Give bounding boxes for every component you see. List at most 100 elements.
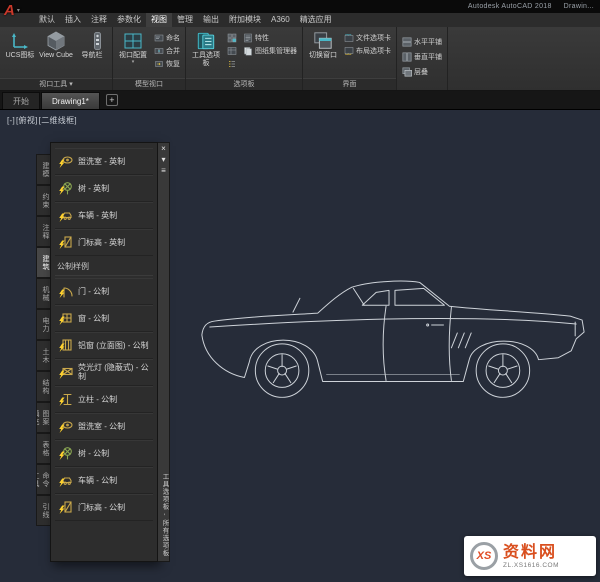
ribbon-button-cascade[interactable]: 层叠 [400,66,444,78]
palette-tab-建模[interactable]: 建模 [36,154,50,185]
tree-block-icon [57,445,73,461]
ribbon-button-ucs[interactable]: UCS图标 [3,29,37,60]
palette-tab-建筑[interactable]: 建筑 [36,247,50,278]
ribbon-button-props[interactable]: 特性 [241,32,299,44]
palette-item[interactable]: 盥洗室 - 公制 [55,413,153,440]
viewport-minimize-control[interactable]: [-] [7,116,15,125]
ribbon-button-propgrid[interactable] [225,45,239,57]
blocks-icon [227,33,237,43]
palette-item[interactable]: 树 - 公制 [55,440,153,467]
ribbon-group: UCS图标 View Cube 导航栏视口工具 ▾ [0,27,113,90]
ribbon-button-palette[interactable]: 工具选项板 [189,29,223,68]
ribbon-tab-插入[interactable]: 插入 [60,13,86,27]
application-menu-button[interactable]: A ▾ [4,0,20,22]
palette-tab-图案填充[interactable]: 图案填充 [36,402,50,433]
vehicle-block-icon [57,207,73,223]
ribbon-button-switch[interactable]: 切换窗口 [306,29,340,60]
ribbon-group-label[interactable]: 选项板 [186,78,302,90]
palette-tab-注释[interactable]: 注释 [36,216,50,247]
ribbon-button-layouttabs[interactable]: 布局选项卡 [342,45,393,57]
props-icon [243,33,253,43]
palette-item[interactable]: 铝窗 (立面图) - 公制 [55,332,153,359]
ribbon-button-blocks[interactable] [225,32,239,44]
ucs-icon [10,31,30,51]
file-tab-Drawing1*[interactable]: Drawing1* [41,92,100,109]
palette-item[interactable]: 荧光灯 (隐蔽式) - 公制 [55,359,153,386]
new-tab-button[interactable]: + [105,94,118,106]
viewport-icon [123,31,143,51]
palette-tab-电力[interactable]: 电力 [36,309,50,340]
ribbon-tab-视图[interactable]: 视图 [146,13,172,27]
washroom-block-icon [57,153,73,169]
ribbon-tab-附加模块[interactable]: 附加模块 [224,13,266,27]
palette-item[interactable]: 车辆 - 英制 [55,202,153,229]
ribbon-tab-默认[interactable]: 默认 [34,13,60,27]
palette-item[interactable]: 门 - 公制 [55,278,153,305]
palette-tab-引线[interactable]: 引线 [36,495,50,526]
ribbon-tab-精选应用[interactable]: 精选应用 [295,13,337,27]
ribbon-button-viewport[interactable]: 视口配置 ▾ [116,29,150,65]
ribbon-tab-bar: 默认 插入 注释 参数化 视图 管理 输出 附加模块 A360 精选应用 [0,13,600,27]
palette-tab-机械[interactable]: 机械 [36,278,50,309]
ribbon-button-sheetset[interactable]: 图纸集管理器 [241,45,299,57]
column-block-icon [57,391,73,407]
palette-tab-命令工具[interactable]: 命令工具 [36,464,50,495]
viewport-visual-style-control[interactable]: [二维线框] [39,116,77,125]
ribbon-button-cube[interactable]: View Cube [39,29,73,60]
palette-titlebar[interactable]: × ▾ ≡ 工具选项板 - 所有选项板 [158,142,170,562]
cube-icon [46,31,66,51]
ribbon-button-count[interactable] [225,58,239,70]
palette-tab-土木[interactable]: 土木 [36,340,50,371]
ribbon-group-label[interactable]: 视口工具 ▾ [0,78,112,90]
restore-icon [154,59,164,69]
ribbon-button-named[interactable]: 命名 [152,32,182,44]
palette-item[interactable]: 车辆 - 公制 [55,467,153,494]
doorelev-block-icon [57,499,73,515]
palette-item[interactable]: 盥洗室 - 英制 [55,148,153,175]
palette-tab-约束[interactable]: 约束 [36,185,50,216]
ribbon-tab-A360[interactable]: A360 [266,13,295,27]
palette-tab-表格[interactable]: 表格 [36,433,50,464]
ribbon-group: 视口配置 ▾ 命名 合并 恢复模型视口 [113,27,186,90]
chevron-down-icon: ▾ [16,8,20,15]
ribbon-button-navbar[interactable]: 导航栏 [75,29,109,60]
ribbon-button-restore[interactable]: 恢复 [152,58,182,70]
auto-hide-icon[interactable]: ▾ [158,154,169,165]
layouttabs-icon [344,46,354,56]
ribbon-button-tilev[interactable]: 垂直平铺 [400,51,444,63]
sheetset-icon [243,46,253,56]
palette-item[interactable]: 窗 - 公制 [55,305,153,332]
palette-item[interactable]: 树 - 英制 [55,175,153,202]
palette-item[interactable]: 门标高 - 英制 [55,229,153,256]
ribbon-tab-参数化[interactable]: 参数化 [112,13,146,27]
ribbon-tab-输出[interactable]: 输出 [198,13,224,27]
palette-item-list-imperial: 盥洗室 - 英制树 - 英制 车辆 - 英制 门标高 - 英制 [55,148,153,256]
ribbon-group-label[interactable]: 模型视口 [113,78,185,90]
ribbon-group-label[interactable]: 界面 [303,78,396,90]
title-bar: Autodesk AutoCAD 2018 Drawin... [0,0,600,13]
close-icon[interactable]: × [158,143,169,154]
palette-title: 工具选项板 - 所有选项板 [161,473,168,557]
named-icon [154,33,164,43]
ribbon-button-filetabs[interactable]: 文件选项卡 [342,32,393,44]
autocad-window: Autodesk AutoCAD 2018 Drawin... A ▾ 默认 插入注… [0,0,600,582]
properties-icon[interactable]: ≡ [158,165,169,176]
viewport-view-control[interactable]: [俯视] [16,116,38,125]
ribbon-tab-管理[interactable]: 管理 [172,13,198,27]
filetabs-icon [344,33,354,43]
palette-item[interactable]: 立柱 - 公制 [55,386,153,413]
app-title: Autodesk AutoCAD 2018 [467,3,552,10]
viewport-controls: [-][俯视][二维线框] [7,115,78,126]
ribbon-group: 切换窗口 文件选项卡 布局选项卡界面 [303,27,397,90]
file-tab-开始[interactable]: 开始 [2,92,40,109]
doorelev-block-icon [57,234,73,250]
ribbon-button-tileh[interactable]: 水平平铺 [400,36,444,48]
watermark-brand: 资料网 [503,543,558,561]
ribbon-tab-注释[interactable]: 注释 [86,13,112,27]
drawing-canvas[interactable]: [-][俯视][二维线框] 建模 约束 注释 建筑 机械 电力 土木 结构 图案… [0,110,600,582]
palette-section-header: 公制样例 [55,256,153,276]
ribbon-button-join[interactable]: 合并 [152,45,182,57]
palette-item[interactable]: 门标高 - 公制 [55,494,153,521]
count-icon [227,59,237,69]
palette-tab-结构[interactable]: 结构 [36,371,50,402]
